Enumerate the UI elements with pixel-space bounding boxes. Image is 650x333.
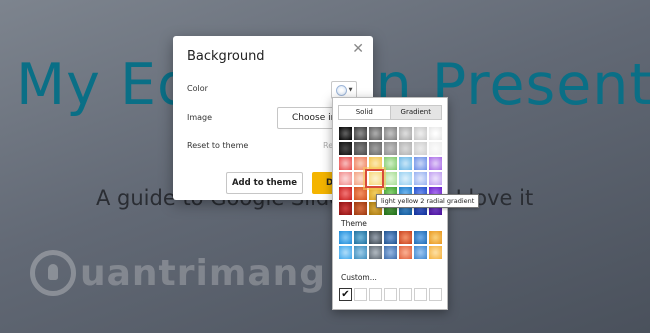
color-swatch-preview — [335, 84, 347, 96]
custom-swatch-empty[interactable] — [369, 288, 382, 301]
swatch-tooltip: light yellow 2 radial gradient — [376, 194, 480, 208]
gradient-swatch[interactable] — [369, 231, 382, 244]
gradient-swatch[interactable] — [414, 231, 427, 244]
gradient-swatch[interactable] — [414, 127, 427, 140]
custom-swatch-selected[interactable]: ✔ — [339, 288, 352, 301]
gradient-swatch[interactable] — [339, 187, 352, 200]
image-label: Image — [187, 113, 213, 122]
gradient-swatch[interactable] — [354, 231, 367, 244]
gradient-swatch[interactable] — [384, 142, 397, 155]
gradient-swatch[interactable] — [399, 157, 412, 170]
gradient-swatch[interactable] — [354, 127, 367, 140]
gradient-swatch[interactable] — [414, 246, 427, 259]
gradient-swatch[interactable] — [354, 172, 367, 185]
gradient-swatch[interactable] — [429, 246, 442, 259]
custom-swatch-empty[interactable] — [354, 288, 367, 301]
gradient-swatch[interactable] — [369, 157, 382, 170]
gradient-swatch[interactable] — [414, 142, 427, 155]
gradient-swatch[interactable] — [399, 142, 412, 155]
gradient-swatch[interactable] — [399, 127, 412, 140]
gradient-swatch[interactable] — [369, 142, 382, 155]
gradient-swatch[interactable] — [384, 246, 397, 259]
gradient-swatch[interactable] — [339, 142, 352, 155]
color-label: Color — [187, 84, 208, 93]
gradient-swatch[interactable] — [369, 246, 382, 259]
watermark-text: uantrimang — [80, 252, 327, 294]
gradient-swatch[interactable] — [369, 127, 382, 140]
gradient-swatch[interactable] — [354, 142, 367, 155]
custom-swatch-empty[interactable] — [399, 288, 412, 301]
gradient-swatch[interactable] — [339, 157, 352, 170]
theme-swatch-grid — [339, 231, 442, 259]
theme-label: Theme — [341, 219, 367, 228]
custom-swatch-empty[interactable] — [414, 288, 427, 301]
gradient-swatch[interactable] — [399, 172, 412, 185]
gradient-swatch[interactable] — [339, 172, 352, 185]
gradient-swatch[interactable] — [429, 231, 442, 244]
add-to-theme-button[interactable]: Add to theme — [226, 172, 303, 194]
reset-label: Reset to theme — [187, 141, 249, 150]
picker-tabs: Solid Gradient — [338, 105, 442, 120]
gradient-swatch[interactable] — [384, 172, 397, 185]
watermark: uantrimang — [30, 250, 326, 296]
gradient-swatch[interactable] — [354, 157, 367, 170]
custom-swatch-grid: ✔ — [339, 288, 442, 301]
gradient-swatch[interactable] — [414, 157, 427, 170]
watermark-logo-icon — [30, 250, 76, 296]
gradient-swatch[interactable] — [384, 157, 397, 170]
tab-solid[interactable]: Solid — [339, 106, 390, 119]
gradient-swatch[interactable] — [369, 172, 382, 185]
gradient-swatch[interactable] — [399, 231, 412, 244]
gradient-swatch[interactable] — [354, 202, 367, 215]
gradient-swatch[interactable] — [339, 202, 352, 215]
gradient-swatch[interactable] — [429, 172, 442, 185]
custom-label[interactable]: Custom... — [341, 273, 377, 282]
gradient-swatch[interactable] — [339, 127, 352, 140]
tab-gradient[interactable]: Gradient — [389, 106, 441, 119]
custom-swatch-empty[interactable] — [429, 288, 442, 301]
gradient-swatch[interactable] — [339, 246, 352, 259]
gradient-swatch[interactable] — [429, 127, 442, 140]
gradient-swatch[interactable] — [399, 246, 412, 259]
close-icon[interactable]: ✕ — [352, 41, 364, 57]
gradient-swatch[interactable] — [354, 187, 367, 200]
gradient-swatch[interactable] — [414, 172, 427, 185]
dialog-title: Background — [187, 49, 265, 64]
custom-swatch-empty[interactable] — [384, 288, 397, 301]
gradient-swatch[interactable] — [429, 142, 442, 155]
chevron-down-icon: ▼ — [348, 87, 353, 93]
gradient-swatch[interactable] — [384, 231, 397, 244]
gradient-swatch[interactable] — [384, 127, 397, 140]
gradient-swatch[interactable] — [429, 157, 442, 170]
gradient-swatch[interactable] — [354, 246, 367, 259]
gradient-swatch[interactable] — [339, 231, 352, 244]
